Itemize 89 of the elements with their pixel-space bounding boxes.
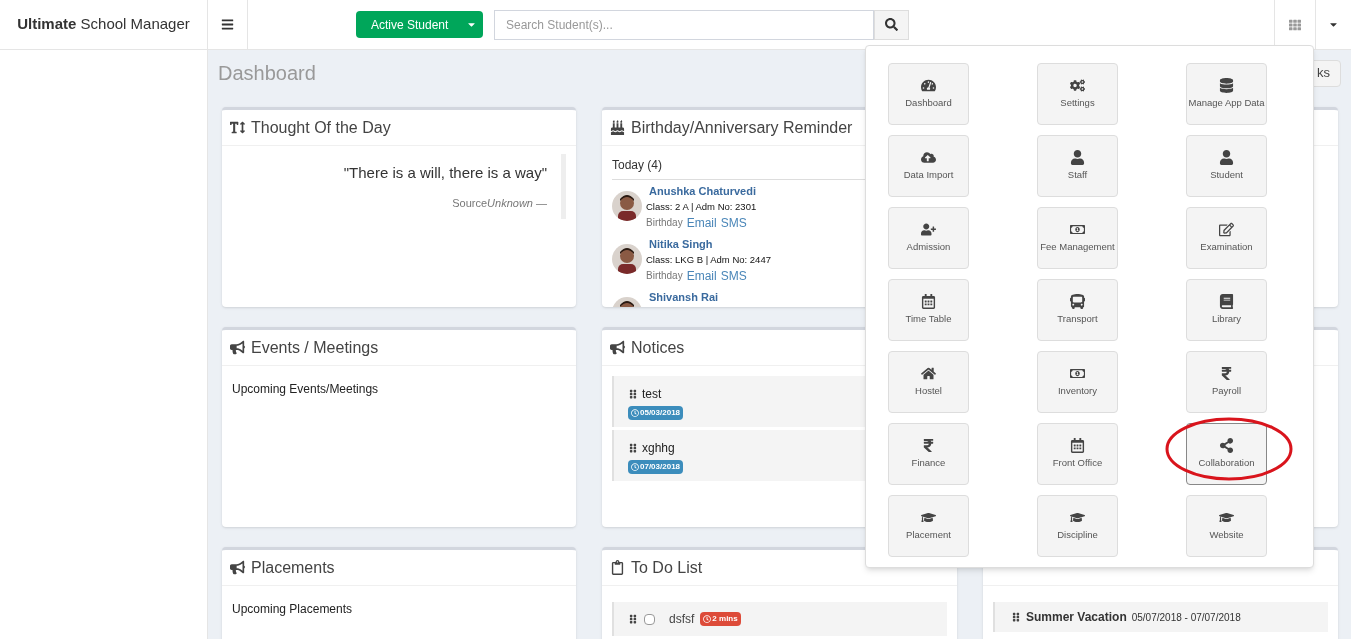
clock-icon (631, 463, 639, 471)
grid-icon (1289, 18, 1301, 31)
database-icon (1219, 77, 1234, 93)
megaphone-icon (230, 560, 245, 575)
add-person-icon (921, 221, 936, 237)
menu-icon (221, 18, 234, 31)
notice-title: test (642, 386, 662, 403)
clipboard-icon (610, 560, 625, 575)
search-icon (885, 18, 898, 31)
person-details: Class: 2 A | Adm No: 2301 (646, 200, 757, 214)
person-name[interactable]: Shivansh Rai (646, 289, 719, 305)
app-tile[interactable]: Finance (888, 423, 969, 485)
empty-message: Upcoming Placements (232, 602, 353, 616)
search-field[interactable]: Search Student(s)... (494, 9, 874, 40)
share-icon (1219, 437, 1234, 453)
person-details: Class: LKG B | Adm No: 2447 (646, 253, 771, 267)
app-tile[interactable]: Examination (1186, 207, 1267, 269)
quote-source: SourceUnknown — (452, 195, 547, 211)
app-tile[interactable]: Student (1186, 135, 1267, 197)
person-name[interactable]: Nitika Singh (646, 236, 771, 252)
card-title: Placements (251, 557, 335, 578)
time-badge: 2 mins (700, 612, 741, 626)
app-tile[interactable]: Admission (888, 207, 969, 269)
app-tile[interactable]: Transport (1037, 279, 1118, 341)
contact-link[interactable]: SMS (720, 268, 747, 284)
app-tile[interactable]: Library (1186, 279, 1267, 341)
contact-link[interactable]: Email (686, 215, 717, 231)
card-title: Thought Of the Day (251, 117, 391, 138)
drag-handle-icon[interactable] (628, 443, 638, 453)
card-title: Events / Meetings (251, 337, 379, 358)
dashboard-gauge-icon (921, 77, 936, 93)
event-type: Birthday (646, 216, 683, 230)
contact-link[interactable]: Email (686, 268, 717, 284)
holiday-name: Summer Vacation (1026, 609, 1127, 626)
person-icon (1219, 149, 1234, 165)
app-tile[interactable]: Website (1186, 495, 1267, 557)
search-button[interactable] (874, 9, 909, 40)
app-brand: Ultimate School Manager (17, 14, 190, 35)
bus-icon (1070, 293, 1085, 309)
notice-title: xghhg (642, 440, 675, 457)
text-height-icon (230, 120, 245, 135)
app-tile[interactable]: Discipline (1037, 495, 1118, 557)
contact-link[interactable]: SMS (720, 215, 747, 231)
todo-checkbox[interactable] (644, 613, 655, 625)
megaphone-icon (230, 340, 245, 355)
app-tile[interactable]: Fee Management (1037, 207, 1118, 269)
todo-text: dsfsf (669, 611, 695, 628)
app-tile[interactable]: Inventory (1037, 351, 1118, 413)
app-tile[interactable]: Payroll (1186, 351, 1267, 413)
drag-handle-icon[interactable] (1011, 612, 1021, 622)
quote-text: "There is a will, there is a way" (343, 163, 547, 183)
date-badge: 07/03/2018 (628, 460, 684, 474)
page-title: Dashboard (218, 61, 316, 86)
rupee-icon (1219, 365, 1234, 381)
rupee-icon (921, 437, 936, 453)
drag-handle-icon[interactable] (628, 389, 638, 399)
cake-icon (610, 120, 625, 135)
edit-icon (1219, 221, 1234, 237)
app-tile[interactable]: Collaboration (1186, 423, 1267, 485)
app-tile[interactable]: Settings (1037, 63, 1118, 125)
cloud-upload-icon (921, 149, 936, 165)
date-badge: 05/03/2018 (628, 406, 684, 420)
person-icon (1070, 149, 1085, 165)
home-icon (921, 365, 936, 381)
card-title: Notices (631, 337, 685, 358)
app-tile[interactable]: Hostel (888, 351, 969, 413)
app-tile[interactable]: Staff (1037, 135, 1118, 197)
card-title: To Do List (631, 557, 703, 578)
card-title: Birthday/Anniversary Reminder (631, 117, 853, 138)
app-tile[interactable]: Placement (888, 495, 969, 557)
app-tile[interactable]: Data Import (888, 135, 969, 197)
drag-handle-icon[interactable] (628, 614, 638, 624)
holiday-dates: 05/07/2018 - 07/07/2018 (1131, 610, 1241, 625)
book-icon (1219, 293, 1234, 309)
clock-icon (631, 409, 639, 417)
app-tile[interactable]: Time Table (888, 279, 969, 341)
empty-message: Upcoming Events/Meetings (232, 382, 379, 396)
megaphone-icon (610, 340, 625, 355)
person-name[interactable]: Anushka Chaturvedi (646, 183, 757, 199)
gears-icon (1070, 77, 1085, 93)
clock-icon (703, 615, 712, 623)
todo-item[interactable]: dsfsf 2 mins (612, 602, 947, 636)
app-tile[interactable]: Front Office (1037, 423, 1118, 485)
app-tile[interactable]: Dashboard (888, 63, 969, 125)
calendar-icon (1070, 437, 1085, 453)
event-type: Birthday (646, 269, 683, 283)
app-tile[interactable]: Manage App Data (1186, 63, 1267, 125)
calendar-icon (921, 293, 936, 309)
group-heading: Today (4) (612, 158, 663, 172)
